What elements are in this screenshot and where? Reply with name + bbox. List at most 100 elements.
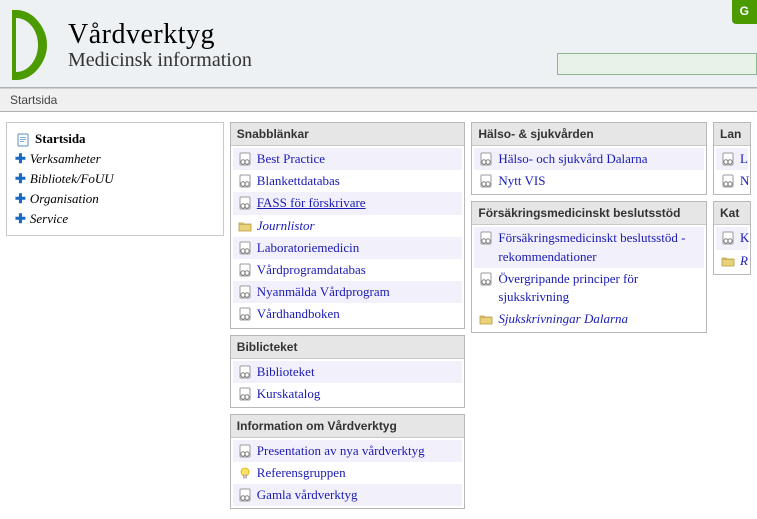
link-icon [720, 231, 736, 245]
nav-item-label: Bibliotek/FoUU [30, 171, 114, 187]
search-input[interactable] [557, 53, 757, 75]
list-item: Best Practice [233, 148, 463, 170]
link[interactable]: Försäkringsmedicinskt beslutsstöd - reko… [498, 229, 700, 265]
link[interactable]: L [740, 150, 748, 168]
link-icon [237, 444, 253, 458]
link[interactable]: Best Practice [257, 150, 325, 168]
link-icon [478, 152, 494, 166]
list-item: FASS för förskrivare [233, 192, 463, 214]
link[interactable]: Presentation av nya vårdverktyg [257, 442, 425, 460]
link-icon [720, 152, 736, 166]
list-item: Nyanmälda Vårdprogram [233, 281, 463, 303]
nav-item-label: Organisation [30, 191, 99, 207]
link[interactable]: FASS för förskrivare [257, 194, 366, 212]
link[interactable]: N [740, 172, 749, 190]
nav-item-label: Service [30, 211, 68, 227]
link[interactable]: Övergripande principer för sjukskrivning [498, 270, 700, 306]
link[interactable]: Vårdhandboken [257, 305, 340, 323]
list-item: Referensgruppen [233, 462, 463, 484]
link-icon [720, 174, 736, 188]
brand-logo-icon [12, 10, 58, 80]
panel-body: Presentation av nya vårdverktyg Referensg… [231, 438, 465, 509]
panel-body: Biblioteket Kurskatalog [231, 359, 465, 407]
link[interactable]: Kurskatalog [257, 385, 321, 403]
link[interactable]: Sjukskrivningar Dalarna [498, 310, 628, 328]
expand-icon: ✚ [15, 151, 26, 167]
nav-item-label: Startsida [35, 131, 86, 147]
expand-icon: ✚ [15, 191, 26, 207]
link[interactable]: Biblioteket [257, 363, 315, 381]
panel-h-lso-sjukv-rden: Hälso- & sjukvårdenHälso- och sjukvård D… [471, 122, 707, 195]
panel-header: Försäkringsmedicinskt beslutsstöd [472, 202, 706, 225]
panel-body: Best Practice Blankettdatabas FASS för för… [231, 146, 465, 328]
link-icon [237, 285, 253, 299]
link-icon [237, 307, 253, 321]
nav-item-startsida[interactable]: Startsida [15, 129, 215, 149]
list-item: Övergripande principer för sjukskrivning [474, 268, 704, 308]
list-item: Nytt VIS [474, 170, 704, 192]
link-icon [237, 241, 253, 255]
nav-item-organisation[interactable]: ✚Organisation [15, 189, 215, 209]
link[interactable]: Gamla vårdverktyg [257, 486, 358, 504]
panel-body: Hälso- och sjukvård Dalarna Nytt VIS [472, 146, 706, 194]
link[interactable]: Hälso- och sjukvård Dalarna [498, 150, 647, 168]
link[interactable]: Journlistor [257, 217, 315, 235]
list-item: L [716, 148, 748, 170]
folder-icon [478, 312, 494, 326]
top-right-button[interactable]: G [732, 0, 757, 24]
list-item: Blankettdatabas [233, 170, 463, 192]
link-icon [478, 231, 494, 245]
link[interactable]: Blankettdatabas [257, 172, 340, 190]
link-icon [237, 488, 253, 502]
breadcrumb: Startsida [0, 88, 757, 112]
link[interactable]: Referensgruppen [257, 464, 346, 482]
panel-body: LN [714, 146, 750, 194]
panel-header: Kat [714, 202, 750, 225]
brand-title: Vårdverktyg [68, 19, 252, 51]
link[interactable]: R [740, 252, 748, 270]
list-item: Hälso- och sjukvård Dalarna [474, 148, 704, 170]
column-quicklinks: SnabblänkarBest PracticeBlankettdatabasF… [230, 122, 466, 509]
panel-information-om-v-rdverktyg: Information om VårdverktygPresentation a… [230, 414, 466, 510]
nav-item-verksamheter[interactable]: ✚Verksamheter [15, 149, 215, 169]
list-item: Laboratoriemedicin [233, 237, 463, 259]
folder-icon [720, 254, 736, 268]
brand-subtitle: Medicinsk information [68, 49, 252, 72]
list-item: Vårdprogramdatabas [233, 259, 463, 281]
panel-header: Hälso- & sjukvården [472, 123, 706, 146]
panel-snabbl-nkar: SnabblänkarBest PracticeBlankettdatabasF… [230, 122, 466, 329]
list-item: Försäkringsmedicinskt beslutsstöd - reko… [474, 227, 704, 267]
link-icon [478, 174, 494, 188]
link[interactable]: Nyanmälda Vårdprogram [257, 283, 390, 301]
link[interactable]: Laboratoriemedicin [257, 239, 360, 257]
panel-biblicteket: BiblicteketBiblioteketKurskatalog [230, 335, 466, 408]
nav-item-service[interactable]: ✚Service [15, 209, 215, 229]
link[interactable]: K [740, 229, 749, 247]
link-icon [237, 263, 253, 277]
link-icon [237, 365, 253, 379]
link-icon [478, 272, 494, 286]
list-item: K [716, 227, 748, 249]
list-item: Presentation av nya vårdverktyg [233, 440, 463, 462]
list-item: Sjukskrivningar Dalarna [474, 308, 704, 330]
list-item: Journlistor [233, 215, 463, 237]
panel-lan: LanLN [713, 122, 751, 195]
panel-body: KR [714, 225, 750, 273]
link-icon [237, 152, 253, 166]
list-item: Gamla vårdverktyg [233, 484, 463, 506]
list-item: N [716, 170, 748, 192]
nav-item-bibliotek-fouu[interactable]: ✚Bibliotek/FoUU [15, 169, 215, 189]
page-icon [15, 133, 31, 147]
link-icon [237, 196, 253, 210]
panel-header: Information om Vårdverktyg [231, 415, 465, 438]
folder-icon [237, 219, 253, 233]
column-partial: LanLNKatKR [713, 122, 751, 275]
link-icon [237, 387, 253, 401]
expand-icon: ✚ [15, 211, 26, 227]
panel-kat: KatKR [713, 201, 751, 274]
column-health: Hälso- & sjukvårdenHälso- och sjukvård D… [471, 122, 707, 333]
link[interactable]: Vårdprogramdatabas [257, 261, 366, 279]
list-item: Kurskatalog [233, 383, 463, 405]
link[interactable]: Nytt VIS [498, 172, 545, 190]
expand-icon: ✚ [15, 171, 26, 187]
